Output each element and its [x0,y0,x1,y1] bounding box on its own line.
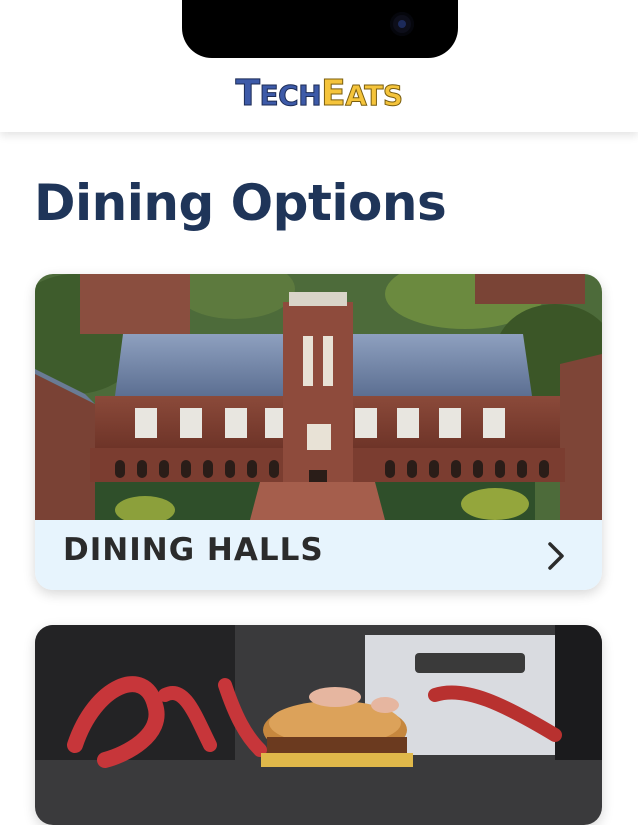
dining-halls-card-footer: DINING HALLS [35,520,602,590]
page-title: Dining Options [34,174,447,232]
dining-halls-card[interactable]: DINING HALLS [35,274,602,590]
food-card[interactable] [35,625,602,825]
dining-hall-photo [35,274,602,520]
dining-halls-label: DINING HALLS [63,532,324,568]
food-photo [35,625,602,825]
logo-eats-rest: ATS [345,79,404,113]
logo-tech-rest: ECH [259,79,322,113]
chevron-right-icon[interactable] [538,538,574,574]
device-notch [182,0,458,58]
logo-eats-initial: E [321,73,347,114]
front-camera-icon [390,12,414,36]
app-logo[interactable]: TECHEATS [0,73,638,114]
logo-tech-initial: T [235,73,261,114]
